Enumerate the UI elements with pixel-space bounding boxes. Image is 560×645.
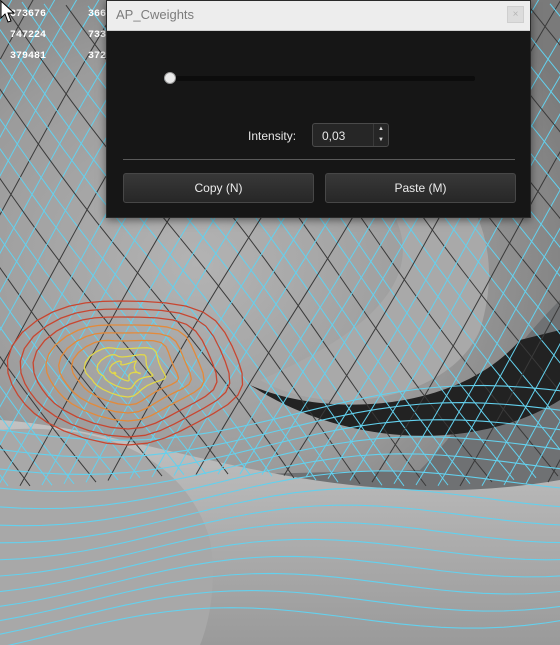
close-icon: × xyxy=(512,9,519,20)
window-title: AP_Cweights xyxy=(116,7,195,22)
hud-row: 379481 372 xyxy=(10,46,106,67)
chevron-down-icon[interactable]: ▼ xyxy=(374,135,388,146)
hud-value: 747224 xyxy=(10,30,47,41)
copy-button[interactable]: Copy (N) xyxy=(123,173,314,203)
hud-value: 379481 xyxy=(10,51,47,62)
hud-row: 373676 366 xyxy=(10,4,106,25)
title-bar[interactable]: AP_Cweights × xyxy=(107,1,530,31)
hud-row: 747224 733 xyxy=(10,25,106,46)
hud-value: 373676 xyxy=(10,9,47,20)
weight-slider[interactable] xyxy=(164,72,475,84)
ap-cweights-window: AP_Cweights × Intensity: 0,03 ▲ ▼ Copy (… xyxy=(106,0,531,218)
vertex-stats-hud: 373676 366 747224 733 379481 372 xyxy=(10,4,106,67)
divider xyxy=(123,159,515,160)
slider-handle[interactable] xyxy=(164,72,177,84)
chevron-up-icon[interactable]: ▲ xyxy=(374,124,388,135)
mouse-pointer-icon xyxy=(0,0,16,23)
intensity-value[interactable]: 0,03 xyxy=(322,129,345,143)
hud-value: 733 xyxy=(88,30,107,41)
spin-arrows: ▲ ▼ xyxy=(373,124,388,146)
intensity-label: Intensity: xyxy=(248,129,297,143)
paste-button[interactable]: Paste (M) xyxy=(325,173,516,203)
intensity-spinbox[interactable]: 0,03 ▲ ▼ xyxy=(312,123,389,147)
hud-value: 366 xyxy=(88,9,107,20)
hud-value: 372 xyxy=(88,51,107,62)
close-button[interactable]: × xyxy=(507,6,524,23)
